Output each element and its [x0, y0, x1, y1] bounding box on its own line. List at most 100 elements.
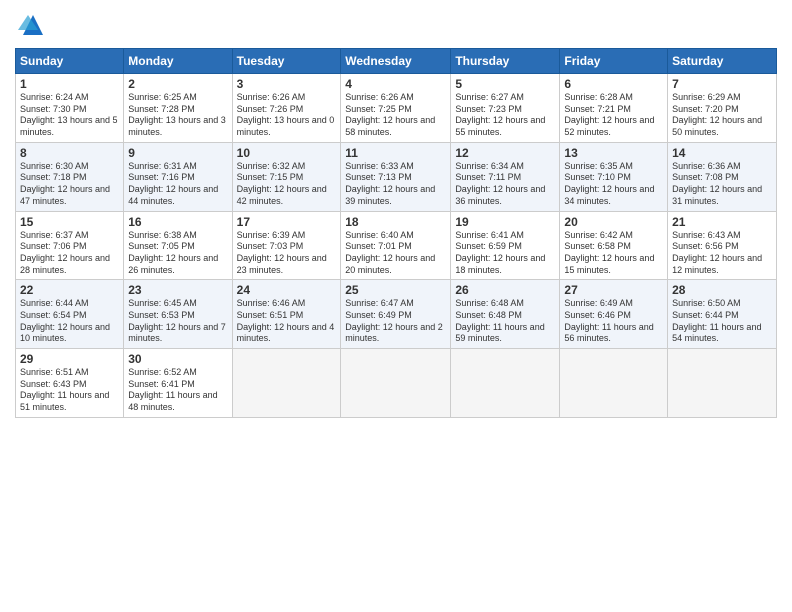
cell-info: Sunrise: 6:34 AM Sunset: 7:11 PM Dayligh…: [455, 161, 555, 208]
day-cell: 4 Sunrise: 6:26 AM Sunset: 7:25 PM Dayli…: [341, 74, 451, 143]
cell-info: Sunrise: 6:38 AM Sunset: 7:05 PM Dayligh…: [128, 230, 227, 277]
day-number: 19: [455, 215, 555, 229]
day-cell: [668, 349, 777, 418]
day-number: 16: [128, 215, 227, 229]
day-number: 10: [237, 146, 337, 160]
day-number: 14: [672, 146, 772, 160]
cell-info: Sunrise: 6:32 AM Sunset: 7:15 PM Dayligh…: [237, 161, 337, 208]
week-row-5: 29 Sunrise: 6:51 AM Sunset: 6:43 PM Dayl…: [16, 349, 777, 418]
cell-info: Sunrise: 6:47 AM Sunset: 6:49 PM Dayligh…: [345, 298, 446, 345]
cell-info: Sunrise: 6:49 AM Sunset: 6:46 PM Dayligh…: [564, 298, 663, 345]
day-cell: 20 Sunrise: 6:42 AM Sunset: 6:58 PM Dayl…: [560, 211, 668, 280]
cell-info: Sunrise: 6:31 AM Sunset: 7:16 PM Dayligh…: [128, 161, 227, 208]
cell-info: Sunrise: 6:27 AM Sunset: 7:23 PM Dayligh…: [455, 92, 555, 139]
week-row-1: 1 Sunrise: 6:24 AM Sunset: 7:30 PM Dayli…: [16, 74, 777, 143]
cell-info: Sunrise: 6:30 AM Sunset: 7:18 PM Dayligh…: [20, 161, 119, 208]
day-number: 15: [20, 215, 119, 229]
day-cell: 9 Sunrise: 6:31 AM Sunset: 7:16 PM Dayli…: [124, 142, 232, 211]
day-cell: 15 Sunrise: 6:37 AM Sunset: 7:06 PM Dayl…: [16, 211, 124, 280]
cell-info: Sunrise: 6:33 AM Sunset: 7:13 PM Dayligh…: [345, 161, 446, 208]
day-cell: 19 Sunrise: 6:41 AM Sunset: 6:59 PM Dayl…: [451, 211, 560, 280]
col-header-saturday: Saturday: [668, 49, 777, 74]
day-number: 9: [128, 146, 227, 160]
col-header-wednesday: Wednesday: [341, 49, 451, 74]
day-cell: 16 Sunrise: 6:38 AM Sunset: 7:05 PM Dayl…: [124, 211, 232, 280]
cell-info: Sunrise: 6:24 AM Sunset: 7:30 PM Dayligh…: [20, 92, 119, 139]
day-number: 8: [20, 146, 119, 160]
week-row-3: 15 Sunrise: 6:37 AM Sunset: 7:06 PM Dayl…: [16, 211, 777, 280]
day-number: 2: [128, 77, 227, 91]
day-cell: 10 Sunrise: 6:32 AM Sunset: 7:15 PM Dayl…: [232, 142, 341, 211]
logo: [15, 10, 48, 40]
cell-info: Sunrise: 6:25 AM Sunset: 7:28 PM Dayligh…: [128, 92, 227, 139]
col-header-sunday: Sunday: [16, 49, 124, 74]
cell-info: Sunrise: 6:40 AM Sunset: 7:01 PM Dayligh…: [345, 230, 446, 277]
header: [15, 10, 777, 40]
calendar-table: SundayMondayTuesdayWednesdayThursdayFrid…: [15, 48, 777, 418]
cell-info: Sunrise: 6:44 AM Sunset: 6:54 PM Dayligh…: [20, 298, 119, 345]
day-number: 1: [20, 77, 119, 91]
week-row-2: 8 Sunrise: 6:30 AM Sunset: 7:18 PM Dayli…: [16, 142, 777, 211]
day-number: 23: [128, 283, 227, 297]
day-number: 26: [455, 283, 555, 297]
day-cell: 28 Sunrise: 6:50 AM Sunset: 6:44 PM Dayl…: [668, 280, 777, 349]
cell-info: Sunrise: 6:43 AM Sunset: 6:56 PM Dayligh…: [672, 230, 772, 277]
day-number: 30: [128, 352, 227, 366]
day-cell: 14 Sunrise: 6:36 AM Sunset: 7:08 PM Dayl…: [668, 142, 777, 211]
cell-info: Sunrise: 6:37 AM Sunset: 7:06 PM Dayligh…: [20, 230, 119, 277]
day-number: 11: [345, 146, 446, 160]
day-cell: 22 Sunrise: 6:44 AM Sunset: 6:54 PM Dayl…: [16, 280, 124, 349]
cell-info: Sunrise: 6:29 AM Sunset: 7:20 PM Dayligh…: [672, 92, 772, 139]
week-row-4: 22 Sunrise: 6:44 AM Sunset: 6:54 PM Dayl…: [16, 280, 777, 349]
day-cell: 30 Sunrise: 6:52 AM Sunset: 6:41 PM Dayl…: [124, 349, 232, 418]
day-number: 20: [564, 215, 663, 229]
day-cell: 3 Sunrise: 6:26 AM Sunset: 7:26 PM Dayli…: [232, 74, 341, 143]
day-cell: 24 Sunrise: 6:46 AM Sunset: 6:51 PM Dayl…: [232, 280, 341, 349]
day-cell: [451, 349, 560, 418]
cell-info: Sunrise: 6:51 AM Sunset: 6:43 PM Dayligh…: [20, 367, 119, 414]
day-number: 7: [672, 77, 772, 91]
day-cell: 2 Sunrise: 6:25 AM Sunset: 7:28 PM Dayli…: [124, 74, 232, 143]
day-number: 6: [564, 77, 663, 91]
day-cell: 13 Sunrise: 6:35 AM Sunset: 7:10 PM Dayl…: [560, 142, 668, 211]
day-cell: 21 Sunrise: 6:43 AM Sunset: 6:56 PM Dayl…: [668, 211, 777, 280]
day-number: 5: [455, 77, 555, 91]
page: SundayMondayTuesdayWednesdayThursdayFrid…: [0, 0, 792, 612]
day-number: 4: [345, 77, 446, 91]
day-cell: [560, 349, 668, 418]
day-number: 28: [672, 283, 772, 297]
day-number: 22: [20, 283, 119, 297]
day-cell: 11 Sunrise: 6:33 AM Sunset: 7:13 PM Dayl…: [341, 142, 451, 211]
day-cell: 23 Sunrise: 6:45 AM Sunset: 6:53 PM Dayl…: [124, 280, 232, 349]
cell-info: Sunrise: 6:48 AM Sunset: 6:48 PM Dayligh…: [455, 298, 555, 345]
day-number: 3: [237, 77, 337, 91]
day-number: 24: [237, 283, 337, 297]
day-number: 13: [564, 146, 663, 160]
day-cell: 5 Sunrise: 6:27 AM Sunset: 7:23 PM Dayli…: [451, 74, 560, 143]
day-cell: 27 Sunrise: 6:49 AM Sunset: 6:46 PM Dayl…: [560, 280, 668, 349]
cell-info: Sunrise: 6:39 AM Sunset: 7:03 PM Dayligh…: [237, 230, 337, 277]
day-number: 27: [564, 283, 663, 297]
cell-info: Sunrise: 6:26 AM Sunset: 7:25 PM Dayligh…: [345, 92, 446, 139]
logo-icon: [18, 10, 48, 40]
day-number: 18: [345, 215, 446, 229]
day-cell: 8 Sunrise: 6:30 AM Sunset: 7:18 PM Dayli…: [16, 142, 124, 211]
day-cell: 1 Sunrise: 6:24 AM Sunset: 7:30 PM Dayli…: [16, 74, 124, 143]
day-cell: 25 Sunrise: 6:47 AM Sunset: 6:49 PM Dayl…: [341, 280, 451, 349]
cell-info: Sunrise: 6:41 AM Sunset: 6:59 PM Dayligh…: [455, 230, 555, 277]
cell-info: Sunrise: 6:52 AM Sunset: 6:41 PM Dayligh…: [128, 367, 227, 414]
cell-info: Sunrise: 6:46 AM Sunset: 6:51 PM Dayligh…: [237, 298, 337, 345]
cell-info: Sunrise: 6:35 AM Sunset: 7:10 PM Dayligh…: [564, 161, 663, 208]
day-number: 21: [672, 215, 772, 229]
cell-info: Sunrise: 6:42 AM Sunset: 6:58 PM Dayligh…: [564, 230, 663, 277]
day-cell: [341, 349, 451, 418]
day-cell: 12 Sunrise: 6:34 AM Sunset: 7:11 PM Dayl…: [451, 142, 560, 211]
day-cell: 6 Sunrise: 6:28 AM Sunset: 7:21 PM Dayli…: [560, 74, 668, 143]
day-cell: 7 Sunrise: 6:29 AM Sunset: 7:20 PM Dayli…: [668, 74, 777, 143]
day-number: 17: [237, 215, 337, 229]
header-row: SundayMondayTuesdayWednesdayThursdayFrid…: [16, 49, 777, 74]
cell-info: Sunrise: 6:50 AM Sunset: 6:44 PM Dayligh…: [672, 298, 772, 345]
cell-info: Sunrise: 6:36 AM Sunset: 7:08 PM Dayligh…: [672, 161, 772, 208]
day-cell: [232, 349, 341, 418]
cell-info: Sunrise: 6:26 AM Sunset: 7:26 PM Dayligh…: [237, 92, 337, 139]
